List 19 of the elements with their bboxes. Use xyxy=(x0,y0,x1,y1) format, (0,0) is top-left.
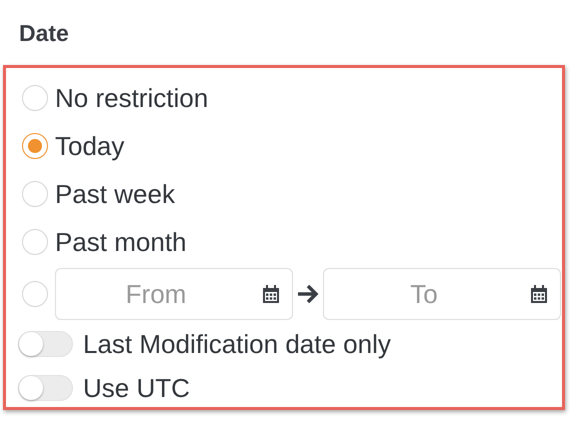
radio-button[interactable] xyxy=(22,229,48,255)
option-label: Past month xyxy=(55,226,187,258)
calendar-icon xyxy=(529,284,549,304)
option-label: Past week xyxy=(55,178,175,210)
option-label: No restriction xyxy=(55,82,208,114)
toggle-switch[interactable] xyxy=(18,375,73,401)
calendar-icon xyxy=(261,284,281,304)
radio-button[interactable] xyxy=(22,281,48,307)
radio-button[interactable] xyxy=(22,133,48,159)
to-date-field[interactable]: To xyxy=(323,268,561,320)
toggle-label: Last Modification date only xyxy=(83,328,391,360)
option-label: Today xyxy=(55,130,124,162)
arrow-icon xyxy=(296,283,320,305)
radio-button[interactable] xyxy=(22,181,48,207)
section-title: Date xyxy=(19,19,69,48)
toggle-switch[interactable] xyxy=(18,331,73,357)
toggle-label: Use UTC xyxy=(83,372,190,404)
from-date-field[interactable]: From xyxy=(55,268,293,320)
radio-button[interactable] xyxy=(22,85,48,111)
